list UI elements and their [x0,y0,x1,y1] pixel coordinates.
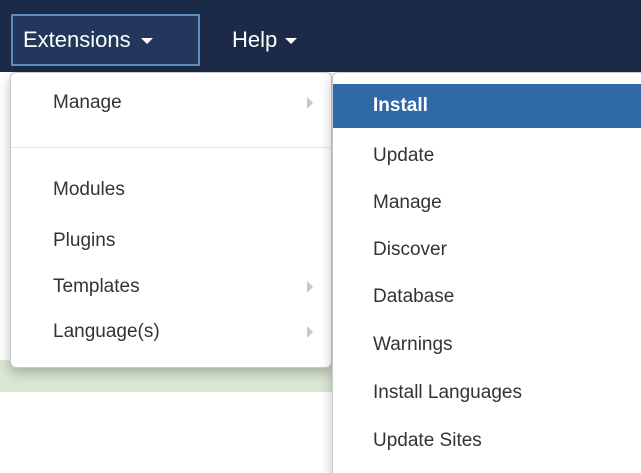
menu-item-label: Language(s) [53,321,160,342]
submenu-item-label: Update [373,145,435,166]
nav-extensions[interactable]: Extensions [11,14,200,66]
submenu-item-label: Discover [373,239,447,260]
submenu-item-update-sites[interactable]: Update Sites [333,419,641,463]
menu-item-languages[interactable]: Language(s) [11,312,331,352]
screen: Extensions Help Manage Modules Plugins T… [0,0,641,473]
menu-item-label: Manage [53,92,122,113]
submenu-item-label: Install Languages [373,382,522,403]
menu-item-label: Plugins [53,230,116,251]
top-navbar: Extensions Help [0,0,641,72]
submenu-item-label: Install [373,95,428,116]
submenu-item-install-languages[interactable]: Install Languages [333,371,641,415]
submenu-item-warnings[interactable]: Warnings [333,323,641,367]
menu-item-label: Templates [53,276,140,297]
menu-divider [11,147,331,148]
nav-extensions-label: Extensions [23,27,131,52]
nav-help[interactable]: Help [232,14,298,66]
manage-submenu: Install Update Manage Discover Database … [332,72,641,473]
submenu-item-manage[interactable]: Manage [333,181,641,225]
nav-help-label: Help [232,27,278,52]
submenu-item-label: Database [373,286,455,307]
chevron-right-icon [307,97,313,109]
menu-item-plugins[interactable]: Plugins [11,221,331,261]
menu-item-modules[interactable]: Modules [11,170,331,210]
menu-item-templates[interactable]: Templates [11,267,331,307]
chevron-right-icon [307,326,313,338]
submenu-item-discover[interactable]: Discover [333,228,641,272]
submenu-item-label: Update Sites [373,430,482,451]
caret-down-icon [285,38,298,44]
submenu-item-label: Warnings [373,334,453,355]
menu-item-manage[interactable]: Manage [11,83,331,123]
submenu-item-update[interactable]: Update [333,134,641,178]
submenu-item-database[interactable]: Database [333,275,641,319]
chevron-right-icon [307,281,313,293]
submenu-item-install[interactable]: Install [333,84,641,128]
extensions-dropdown: Manage Modules Plugins Templates Languag… [10,72,332,368]
caret-down-icon [140,38,153,44]
menu-item-label: Modules [53,179,125,200]
submenu-item-label: Manage [373,192,442,213]
